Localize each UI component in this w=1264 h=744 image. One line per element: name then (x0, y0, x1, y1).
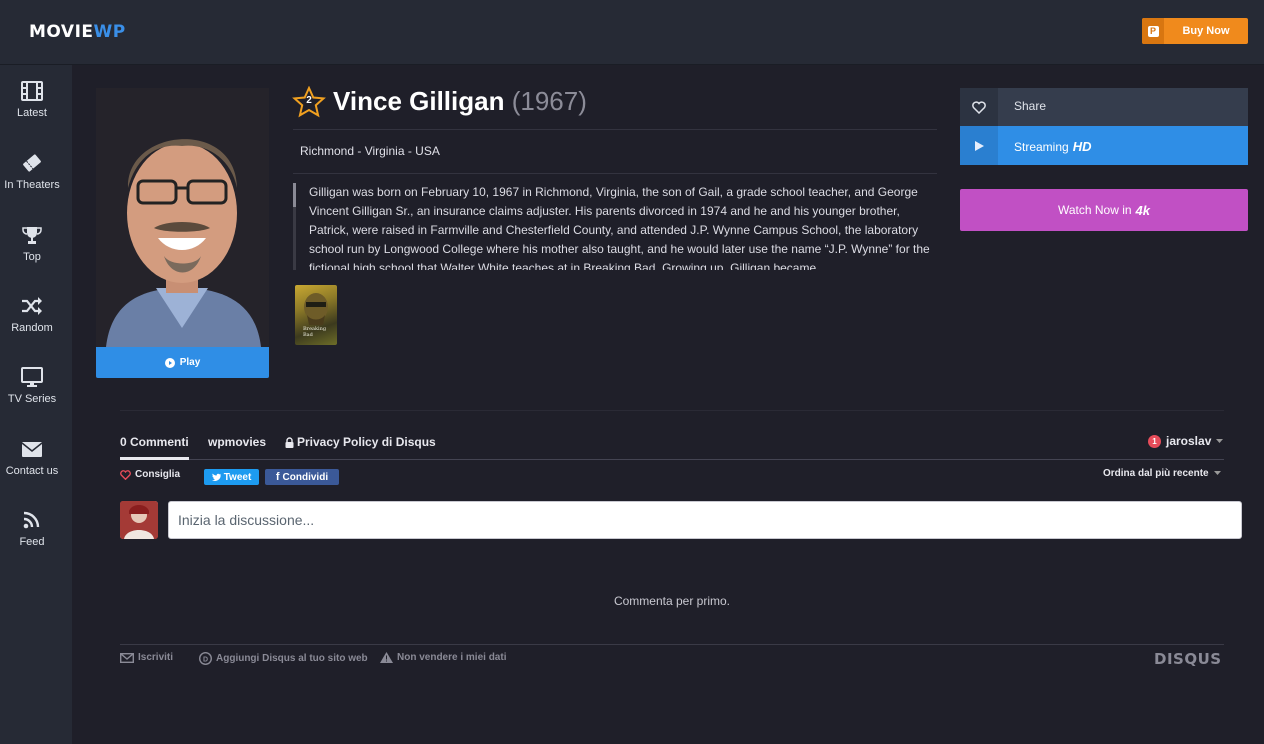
tab-community[interactable]: wpmovies (208, 435, 266, 449)
notification-badge[interactable]: 1 (1148, 434, 1161, 448)
watch-now-4k-button[interactable]: Watch Now in 4k (960, 189, 1248, 231)
divider (293, 173, 937, 174)
top-bar: MOVIEWP P Buy Now (0, 0, 1264, 65)
bio-scrollbar-thumb[interactable] (293, 183, 296, 207)
do-not-sell-label: Non vendere i miei dati (397, 652, 507, 663)
sidebar-item-latest[interactable]: Latest (0, 81, 64, 141)
streaming-quality: HD (1072, 139, 1092, 154)
section-divider (120, 410, 1224, 411)
tab-privacy-policy[interactable]: Privacy Policy di Disqus (285, 435, 436, 449)
warning-icon (380, 652, 393, 663)
divider (293, 129, 937, 130)
facebook-share-label: Condividi (282, 471, 329, 483)
play-label: Play (179, 357, 201, 368)
credit-poster[interactable]: Breaking Bad (295, 285, 337, 345)
watch-label: Watch Now in (1057, 203, 1132, 217)
sidebar-item-label: Feed (19, 536, 45, 548)
sidebar: Latest In Theaters Top Random TV Series … (0, 65, 72, 744)
buy-now-label: Buy Now (1182, 25, 1230, 37)
active-tab-indicator (120, 457, 189, 460)
rank-star-icon: 2 (292, 85, 326, 118)
streaming-hd-button[interactable]: Streaming HD (960, 126, 1248, 165)
recommend-label: Consiglia (135, 469, 181, 480)
do-not-sell-link[interactable]: Non vendere i miei dati (380, 652, 506, 663)
rss-icon (23, 511, 40, 529)
sidebar-item-random[interactable]: Random (0, 296, 64, 356)
rank-number: 2 (306, 95, 312, 106)
sidebar-item-label: Random (11, 322, 53, 334)
ticket-icon (23, 154, 41, 172)
sidebar-item-label: Top (23, 251, 41, 263)
share-button[interactable]: Share (960, 88, 1248, 126)
disqus-icon: D (199, 652, 212, 665)
share-label: Share (1014, 99, 1047, 113)
avatar[interactable] (120, 501, 158, 539)
chevron-down-icon (1214, 471, 1222, 476)
film-icon (21, 81, 43, 101)
buy-now-button[interactable]: P Buy Now (1142, 18, 1248, 44)
user-menu[interactable]: 1 jaroslav (1148, 434, 1224, 448)
shuffle-icon (22, 297, 42, 315)
subscribe-link[interactable]: Iscriviti (120, 652, 173, 663)
lock-icon (285, 436, 294, 448)
paypal-icon: P (1142, 18, 1164, 44)
birth-location: Richmond - Virginia - USA (300, 144, 440, 158)
envelope-icon (21, 442, 43, 457)
heart-icon (960, 88, 998, 126)
chevron-down-icon (1216, 439, 1224, 443)
play-button[interactable]: Play (96, 347, 269, 378)
heart-icon (120, 469, 131, 480)
facebook-share-button[interactable]: f Condividi (265, 469, 339, 485)
envelope-icon (120, 652, 134, 663)
biography-text: Gilligan was born on February 10, 1967 i… (309, 185, 930, 270)
svg-text:D: D (203, 657, 208, 664)
facebook-icon: f (275, 471, 280, 483)
tweet-button[interactable]: Tweet (204, 469, 259, 485)
sidebar-item-feed[interactable]: Feed (0, 510, 64, 570)
sidebar-item-tv-series[interactable]: TV Series (0, 367, 64, 427)
privacy-label: Privacy Policy di Disqus (297, 435, 436, 449)
trophy-icon (22, 227, 42, 244)
play-circle-icon (164, 357, 175, 368)
recommend-button[interactable]: Consiglia (120, 469, 180, 480)
page-title: Vince Gilligan (1967) (333, 86, 587, 117)
sidebar-item-label: Contact us (5, 465, 59, 477)
comment-input[interactable] (168, 501, 1242, 539)
person-name: Vince Gilligan (333, 86, 505, 116)
empty-comments-message: Commenta per primo. (613, 594, 731, 608)
sort-dropdown[interactable]: Ordina dal più recente (1103, 468, 1222, 479)
subscribe-label: Iscriviti (138, 652, 174, 663)
sidebar-item-label: Latest (17, 107, 47, 119)
watch-quality: 4k (1135, 202, 1151, 218)
birth-year: (1967) (511, 86, 587, 116)
add-disqus-label: Aggiungi Disqus al tuo sito web (216, 653, 368, 664)
footer-divider (120, 644, 1224, 645)
username: jaroslav (1166, 434, 1212, 448)
play-icon (960, 126, 998, 165)
profile-card: Play (96, 88, 269, 378)
tab-comments[interactable]: 0 Commenti (120, 435, 189, 449)
tab-bar-line (120, 459, 1224, 460)
tweet-label: Tweet (223, 471, 252, 483)
add-disqus-link[interactable]: D Aggiungi Disqus al tuo sito web (199, 652, 368, 665)
tv-icon (21, 367, 43, 387)
site-logo[interactable]: MOVIEWP (29, 22, 126, 42)
credit-poster-title: Breaking Bad (303, 326, 327, 338)
profile-photo (96, 88, 269, 347)
twitter-icon (211, 473, 221, 481)
sidebar-item-top[interactable]: Top (0, 225, 64, 285)
disqus-logo[interactable]: DISQUS (1154, 650, 1222, 668)
streaming-label: Streaming HD (1014, 139, 1092, 154)
sidebar-item-contact-us[interactable]: Contact us (0, 439, 64, 499)
sidebar-item-label: TV Series (7, 393, 57, 405)
sort-label: Ordina dal più recente (1103, 468, 1209, 479)
sidebar-item-label: In Theaters (4, 179, 60, 191)
sidebar-item-in-theaters[interactable]: In Theaters (0, 153, 64, 213)
